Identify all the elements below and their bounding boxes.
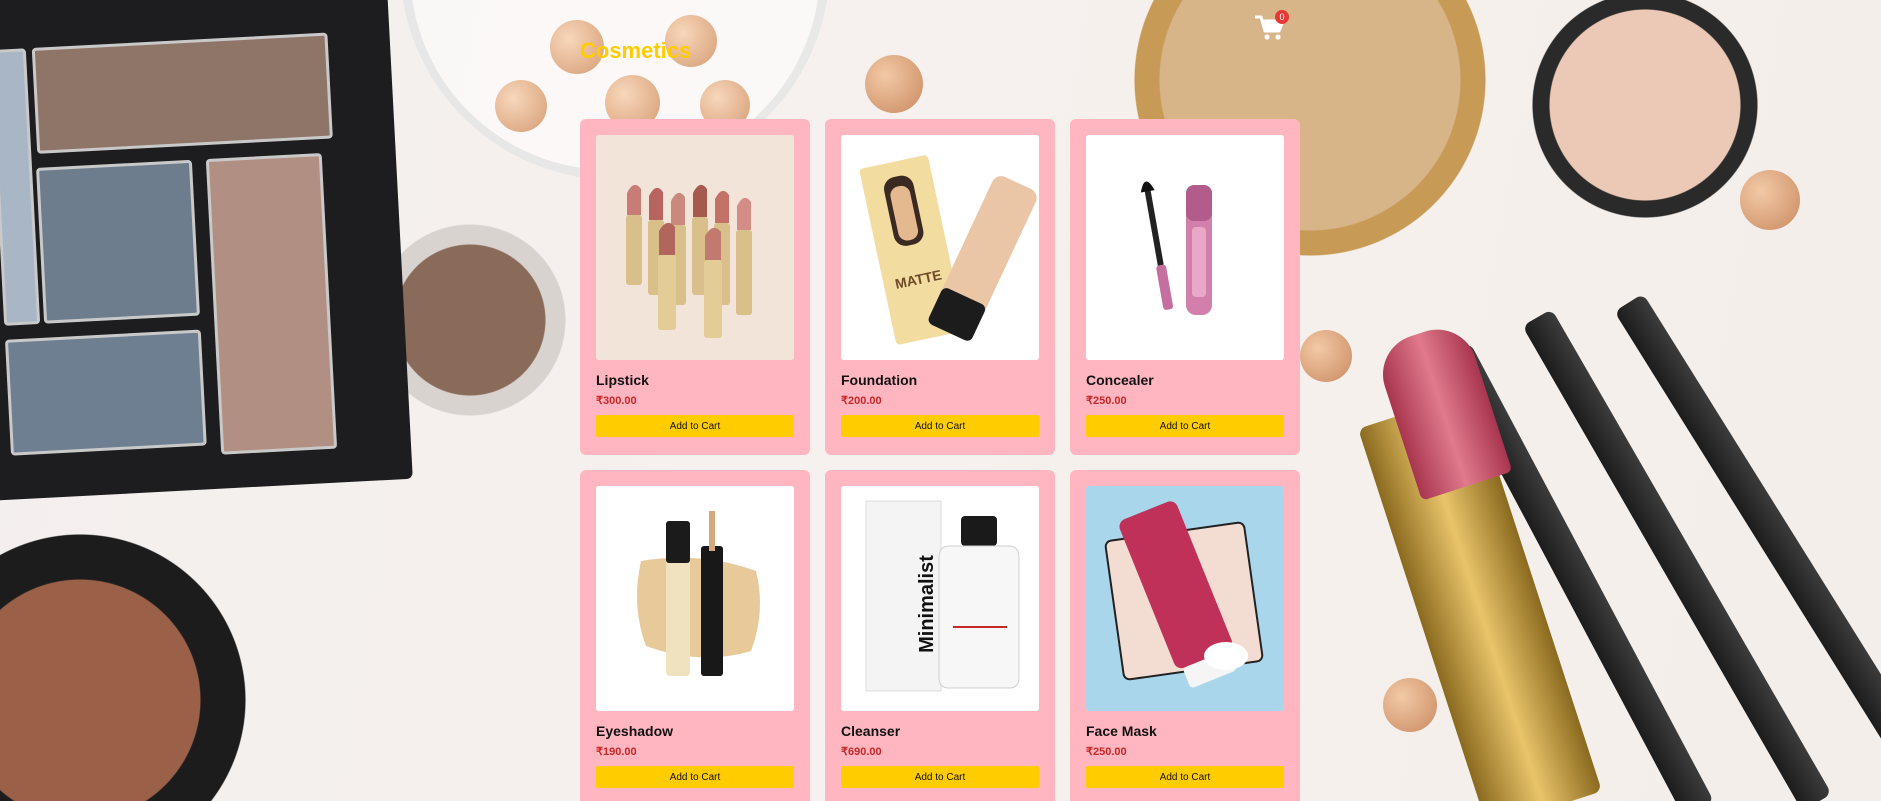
product-card: Eyeshadow ₹190.00 Add to Cart (580, 470, 810, 801)
face-mask-image (1086, 486, 1284, 711)
concealer-image (1086, 135, 1284, 360)
add-to-cart-button[interactable]: Add to Cart (1086, 415, 1284, 437)
product-price: ₹250.00 (1086, 746, 1127, 758)
add-to-cart-button[interactable]: Add to Cart (596, 415, 794, 437)
product-price: ₹300.00 (596, 395, 637, 407)
add-to-cart-button[interactable]: Add to Cart (596, 766, 794, 788)
bead-decoration (1740, 170, 1800, 230)
add-to-cart-button[interactable]: Add to Cart (1086, 766, 1284, 788)
cleanser-image: Minimalist (841, 486, 1039, 711)
product-name: Cleanser (841, 723, 901, 739)
bead-decoration (1383, 678, 1437, 732)
add-to-cart-button[interactable]: Add to Cart (841, 766, 1039, 788)
product-price: ₹690.00 (841, 746, 882, 758)
page-title: Cosmetics (580, 38, 692, 63)
page-background: Cosmetics 0 Lipstick ₹300.00 Add to Cart… (0, 0, 1881, 801)
product-name: Face Mask (1086, 723, 1157, 739)
foundation-image: MATTE (841, 135, 1039, 360)
product-card: MATTE Foundation ₹200.00 Add to Cart (825, 119, 1055, 455)
cart-icon (1254, 15, 1285, 46)
cleanser-box-label: Minimalist (916, 555, 938, 653)
eyeshadow-palette-decoration (0, 0, 413, 501)
product-card: Minimalist Cleanser ₹690.00 Add to Cart (825, 470, 1055, 801)
product-name: Lipstick (596, 372, 649, 388)
eyeshadow-image (596, 486, 794, 711)
product-card: Lipstick ₹300.00 Add to Cart (580, 119, 810, 455)
cart-button[interactable]: 0 (1254, 10, 1291, 46)
product-grid: Lipstick ₹300.00 Add to Cart MATTE Found… (580, 119, 1300, 801)
product-name: Concealer (1086, 372, 1154, 388)
product-card: Face Mask ₹250.00 Add to Cart (1070, 470, 1300, 801)
product-price: ₹190.00 (596, 746, 637, 758)
bead-decoration (865, 55, 923, 113)
product-name: Foundation (841, 372, 918, 388)
bead-decoration (1300, 330, 1352, 382)
product-card: Concealer ₹250.00 Add to Cart (1070, 119, 1300, 455)
add-to-cart-button[interactable]: Add to Cart (841, 415, 1039, 437)
product-price: ₹250.00 (1086, 395, 1127, 407)
lipstick-image (596, 135, 794, 360)
product-name: Eyeshadow (596, 723, 674, 739)
product-price: ₹200.00 (841, 395, 882, 407)
cart-count-badge: 0 (1275, 10, 1289, 24)
